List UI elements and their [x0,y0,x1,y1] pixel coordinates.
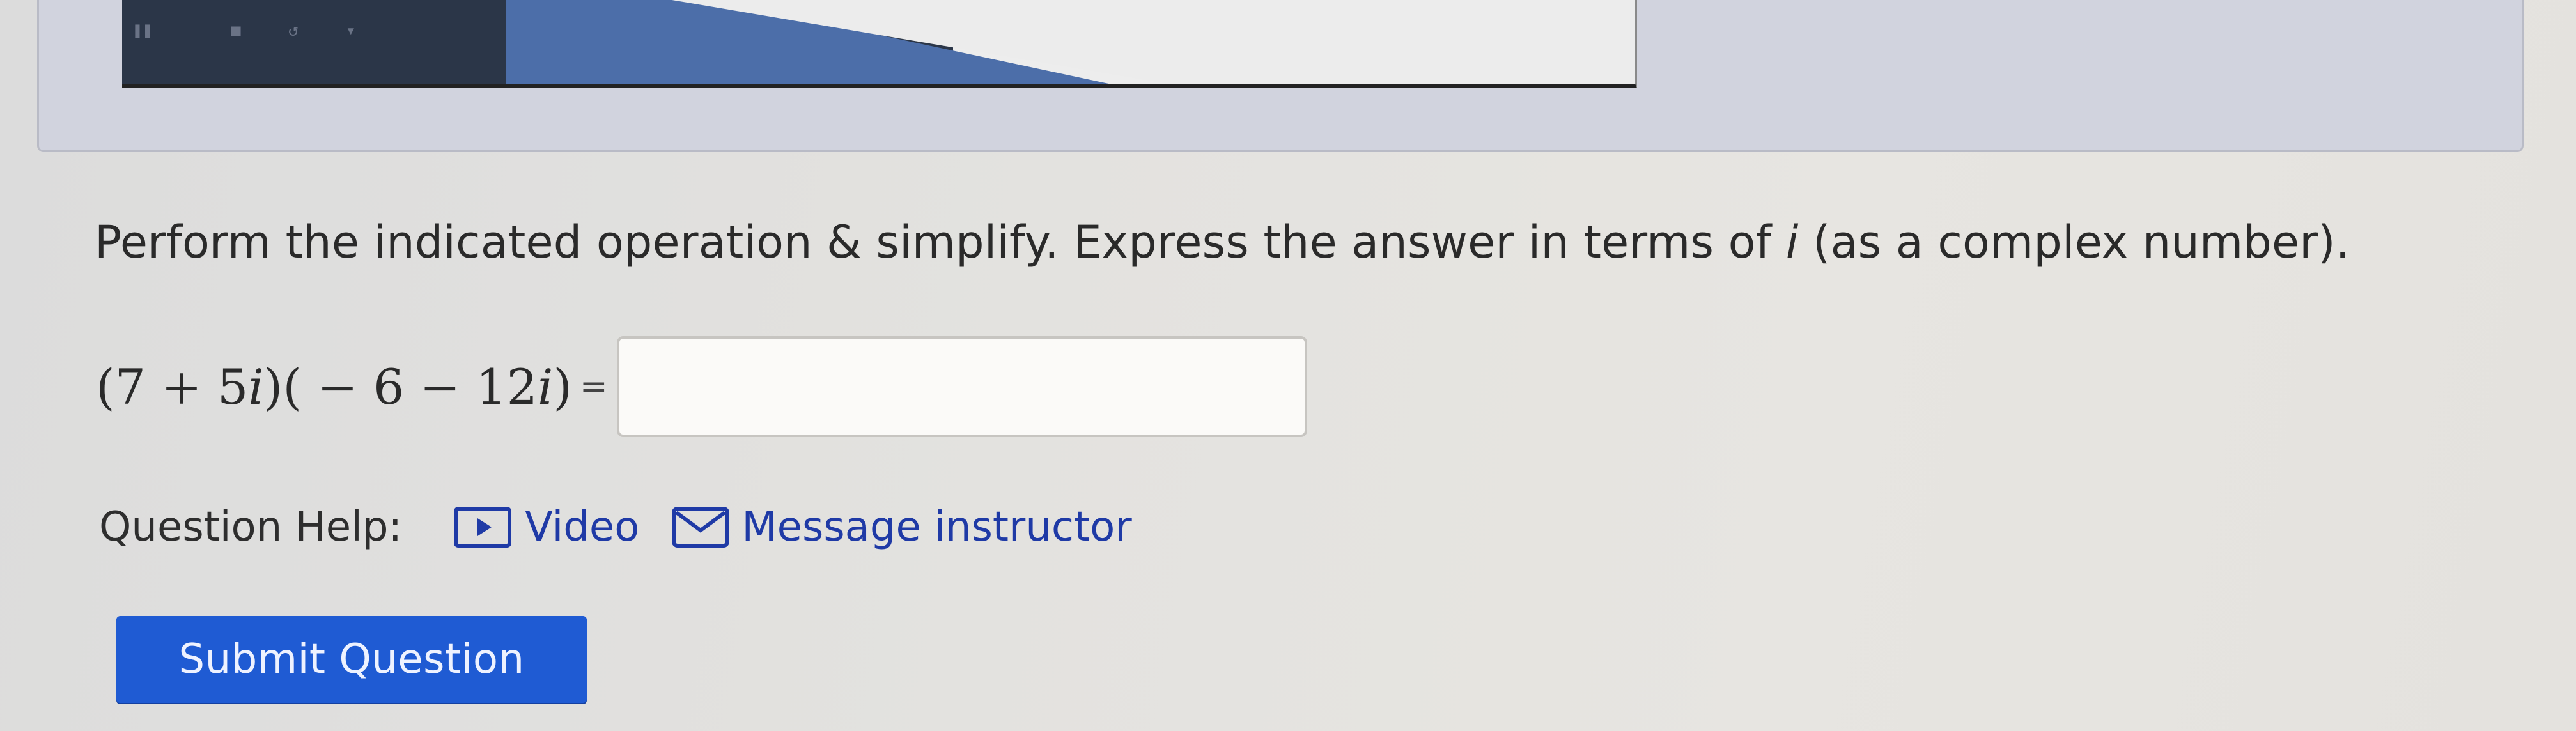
question-help: Question Help: Video Message instructor [99,492,1132,562]
video-preview-panel: ❚❚ ■ ↺ ▾ [37,0,2524,152]
equation-row: (7 + 5i)( − 6 − 12i) = [96,332,1307,441]
submit-question-button[interactable]: Submit Question [116,616,587,703]
answer-input[interactable] [616,336,1307,437]
dropdown-icon[interactable]: ▾ [346,21,356,40]
pause-icon[interactable]: ❚❚ [132,21,152,40]
equals-sign: = [580,367,608,406]
video-help-label: Video [525,504,640,551]
video-player[interactable]: ❚❚ ■ ↺ ▾ [122,0,1637,88]
video-help-link[interactable]: Video [452,504,639,551]
math-expression: (7 + 5i)( − 6 − 12i) [96,358,572,415]
question-help-label: Question Help: [99,504,403,551]
envelope-icon [670,505,731,550]
message-instructor-label: Message instructor [741,504,1132,551]
question-instruction: Perform the indicated operation & simpli… [95,216,2350,268]
stop-icon[interactable]: ■ [231,21,241,40]
message-instructor-link[interactable]: Message instructor [670,504,1132,551]
replay-icon[interactable]: ↺ [288,21,299,40]
video-play-icon [452,505,513,550]
